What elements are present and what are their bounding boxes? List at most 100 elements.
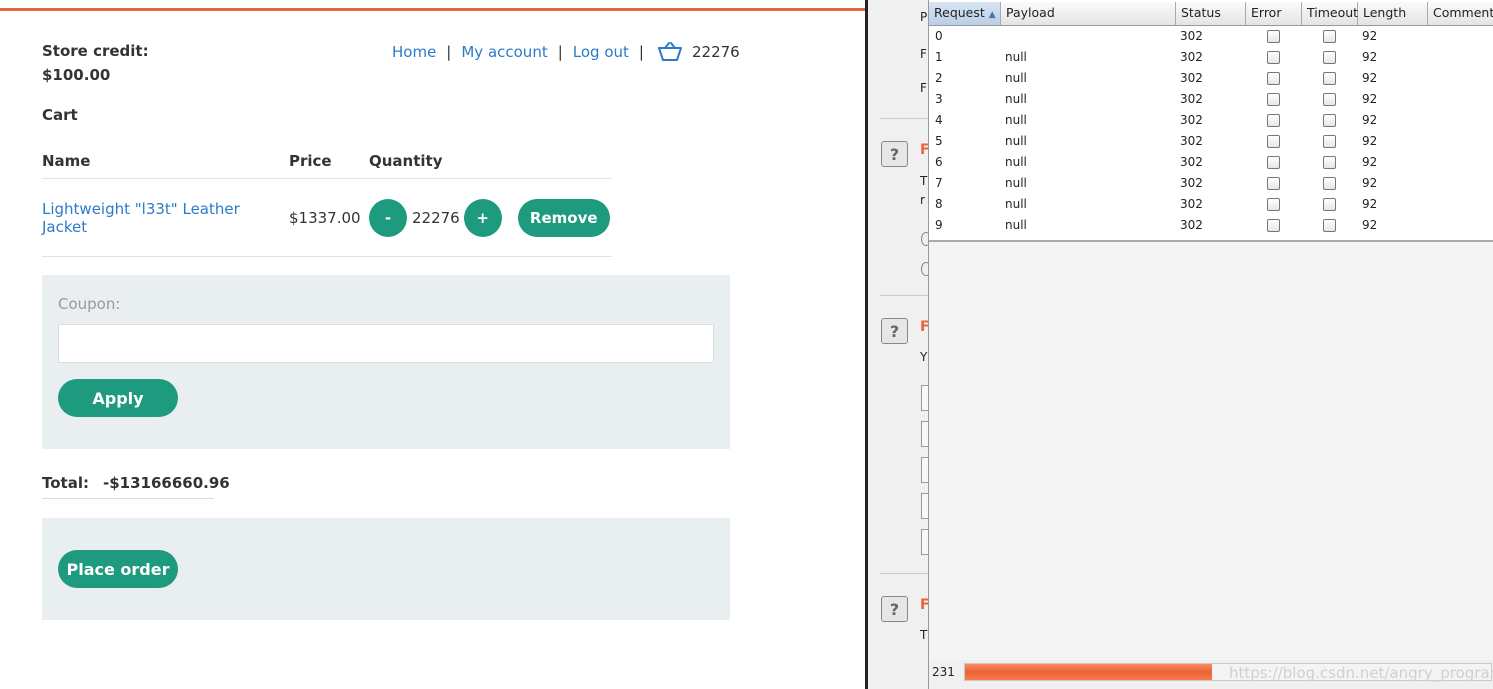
cell-request: 6 — [935, 155, 943, 169]
cell-payload: null — [1005, 50, 1027, 64]
web-shop-pane: Store credit: $100.00 Home | My account … — [0, 0, 865, 689]
cell-status: 302 — [1180, 176, 1203, 190]
timeout-checkbox[interactable] — [1323, 135, 1336, 148]
help-icon[interactable]: ? — [881, 141, 908, 167]
total-label: Total: — [42, 474, 89, 492]
column-header-status[interactable]: Status — [1176, 2, 1246, 26]
side-peek-text: r — [920, 193, 925, 207]
side-peek-text: T — [920, 174, 928, 188]
help-icon[interactable]: ? — [881, 318, 908, 344]
cell-payload: null — [1005, 92, 1027, 106]
timeout-checkbox[interactable] — [1323, 219, 1336, 232]
side-peek-text: T — [920, 628, 928, 642]
cell-length: 92 — [1362, 29, 1378, 43]
coupon-panel: Coupon: Apply — [42, 275, 730, 449]
error-checkbox[interactable] — [1267, 93, 1280, 106]
side-peek-text: F — [920, 81, 927, 95]
coupon-input[interactable] — [58, 324, 714, 363]
section-divider — [880, 118, 930, 119]
help-icon[interactable]: ? — [881, 596, 908, 622]
error-checkbox[interactable] — [1267, 219, 1280, 232]
cell-status: 302 — [1180, 50, 1203, 64]
watermark: https://blog.csdn.net/angry_program — [1229, 664, 1493, 682]
cell-length: 92 — [1362, 50, 1378, 64]
side-peek-text: P — [920, 10, 928, 24]
cell-request: 9 — [935, 218, 943, 232]
result-row[interactable]: 7 null 302 92 — [929, 173, 1493, 194]
cell-length: 92 — [1362, 155, 1378, 169]
error-checkbox[interactable] — [1267, 156, 1280, 169]
cell-length: 92 — [1362, 113, 1378, 127]
cell-length: 92 — [1362, 71, 1378, 85]
apply-coupon-button[interactable]: Apply — [58, 379, 178, 417]
cell-length: 92 — [1362, 134, 1378, 148]
nav-home-link[interactable]: Home — [392, 43, 436, 61]
total-value: -$13166660.96 — [102, 474, 230, 492]
column-header-timeout[interactable]: Timeout — [1302, 2, 1358, 26]
sort-ascending-icon: ▲ — [988, 10, 996, 20]
remove-button[interactable]: Remove — [517, 198, 610, 237]
place-order-panel: Place order — [42, 518, 730, 620]
nav-my-account-link[interactable]: My account — [461, 43, 547, 61]
decrease-quantity-button[interactable]: - — [369, 198, 407, 237]
timeout-checkbox[interactable] — [1323, 51, 1336, 64]
cell-status: 302 — [1180, 155, 1203, 169]
progress-bar-fill — [965, 664, 1213, 680]
section-divider — [880, 573, 930, 574]
cell-payload: null — [1005, 176, 1027, 190]
product-link[interactable]: Lightweight "l33t" Leather Jacket — [42, 200, 240, 236]
error-checkbox[interactable] — [1267, 30, 1280, 43]
nav-log-out-link[interactable]: Log out — [573, 43, 629, 61]
timeout-checkbox[interactable] — [1323, 156, 1336, 169]
column-header-request[interactable]: Request ▲ — [929, 2, 1001, 26]
cell-length: 92 — [1362, 176, 1378, 190]
side-peek-text: Y — [920, 350, 928, 364]
result-row[interactable]: 6 null 302 92 — [929, 152, 1493, 173]
cell-request: 4 — [935, 113, 943, 127]
place-order-button[interactable]: Place order — [58, 550, 178, 588]
coupon-label: Coupon: — [58, 295, 121, 313]
column-header-comment[interactable]: Comment — [1428, 2, 1493, 26]
error-checkbox[interactable] — [1267, 51, 1280, 64]
error-checkbox[interactable] — [1267, 72, 1280, 85]
timeout-checkbox[interactable] — [1323, 30, 1336, 43]
cart-table: Name Price Quantity Lightweight "l33t" L… — [42, 150, 612, 257]
cell-length: 92 — [1362, 218, 1378, 232]
cell-length: 92 — [1362, 92, 1378, 106]
cell-request: 8 — [935, 197, 943, 211]
timeout-checkbox[interactable] — [1323, 93, 1336, 106]
cell-status: 302 — [1180, 134, 1203, 148]
result-row[interactable]: 8 null 302 92 — [929, 194, 1493, 215]
cell-request: 3 — [935, 92, 943, 106]
column-header-price: Price — [289, 150, 369, 179]
top-nav: Home | My account | Log out | 22276 — [392, 42, 740, 62]
result-row[interactable]: 4 null 302 92 — [929, 110, 1493, 131]
column-header-payload[interactable]: Payload — [1001, 2, 1176, 26]
result-row[interactable]: 1 null 302 92 — [929, 47, 1493, 68]
header-label: Request — [934, 5, 985, 20]
section-divider — [880, 295, 930, 296]
column-header-length[interactable]: Length — [1358, 2, 1428, 26]
result-row[interactable]: 9 null 302 92 — [929, 215, 1493, 236]
intruder-results-window: Request ▲ Payload Status Error Timeout Le… — [928, 0, 1493, 689]
side-peek-text: F — [920, 47, 927, 61]
cell-status: 302 — [1180, 92, 1203, 106]
error-checkbox[interactable] — [1267, 135, 1280, 148]
result-row[interactable]: 3 null 302 92 — [929, 89, 1493, 110]
error-checkbox[interactable] — [1267, 114, 1280, 127]
cell-payload: null — [1005, 218, 1027, 232]
error-checkbox[interactable] — [1267, 198, 1280, 211]
error-checkbox[interactable] — [1267, 177, 1280, 190]
timeout-checkbox[interactable] — [1323, 177, 1336, 190]
column-header-name: Name — [42, 150, 289, 179]
timeout-checkbox[interactable] — [1323, 72, 1336, 85]
column-header-error[interactable]: Error — [1246, 2, 1302, 26]
cart-basket-icon[interactable] — [657, 42, 682, 62]
result-row[interactable]: 5 null 302 92 — [929, 131, 1493, 152]
result-row[interactable]: 2 null 302 92 — [929, 68, 1493, 89]
timeout-checkbox[interactable] — [1323, 114, 1336, 127]
timeout-checkbox[interactable] — [1323, 198, 1336, 211]
cell-payload: null — [1005, 71, 1027, 85]
increase-quantity-button[interactable]: + — [463, 198, 502, 237]
result-row[interactable]: 0 302 92 — [929, 26, 1493, 47]
